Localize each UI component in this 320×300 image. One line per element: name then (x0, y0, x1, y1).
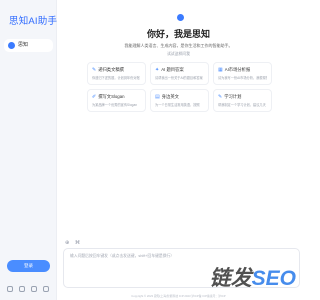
card-title: 身边英文 (161, 94, 179, 99)
login-button[interactable]: 登录 (7, 260, 50, 272)
page-title: 你好，我是思知 (146, 29, 210, 39)
card-desc: 请帮我出一份关于AI的题目和答案 (155, 76, 203, 80)
user-icon[interactable] (7, 286, 13, 292)
card-title: 递归类文稿撰 (98, 67, 124, 72)
card-title: AI 题目答案 (161, 67, 184, 72)
chat-bot-icon (8, 42, 15, 49)
doc-icon[interactable] (19, 286, 25, 292)
footer-copyright: Copyright © 2023 思知(上海)智能科技 ICP:2023 沪IC… (131, 294, 226, 298)
edit-icon: ✎ (92, 67, 97, 73)
attachment-icon[interactable]: ⌘ (75, 240, 80, 246)
watermark-logo: 链发SEO (210, 262, 296, 292)
logo-icon (177, 14, 184, 21)
card-desc: 为一个日常生活常用英语，按照 (155, 103, 200, 107)
sidebar-item-sizhi[interactable]: 思知 (4, 39, 53, 52)
ai-icon: ✦ (155, 67, 160, 73)
study-icon: ✎ (218, 94, 223, 100)
suggestion-card[interactable]: ✦ AI 题目答案 请帮我出一份关于AI的题目和答案 (150, 62, 209, 85)
suggestion-card[interactable]: ✐ 撰写文Slogan 为某品牌一个优秀的宣传Slogan (87, 89, 146, 112)
sidebar-icon-bar (7, 286, 49, 292)
page-description: 我能理解人类语言、生成内容，是你生活和工作的智能助手。 (124, 43, 233, 48)
sidebar: 思知AI助手 思知 登录 (0, 0, 57, 300)
suggestions-subtitle: 试试这样问我 (167, 52, 190, 56)
chat-input-placeholder: 输入问题后按回车键发（或点击发送键，shift+回车键是换行） (70, 254, 175, 258)
sidebar-item-label: 思知 (18, 42, 29, 48)
suggestion-card[interactable]: ✎ 递归类文稿撰 你递归下述的题，计划到年份对账 (87, 62, 146, 85)
card-title: 撰写文Slogan (98, 94, 125, 99)
suggestion-card[interactable]: ▤ 身边英文 为一个日常生活常用英语，按照 (150, 89, 209, 112)
suggestion-grid: ✎ 递归类文稿撰 你递归下述的题，计划到年份对账 ✦ AI 题目答案 请帮我出一份关… (87, 62, 272, 112)
card-desc: 为某品牌一个优秀的宣传Slogan (92, 103, 137, 107)
card-desc: 请为我写一份AI市场分析，我想现在 (218, 76, 267, 80)
search-icon[interactable] (31, 286, 37, 292)
chart-icon: ▦ (218, 67, 223, 73)
book-icon: ▤ (155, 94, 160, 100)
main-panel: 你好，我是思知 我能理解人类语言、生成内容，是你生活和工作的智能助手。 试试这样… (57, 0, 300, 300)
watermark-accent: SEO (251, 267, 296, 290)
suggestion-card[interactable]: ✎ 学习计划 帮我制定一个学习计划，建议几天 (213, 89, 272, 112)
card-desc: 你递归下述的题，计划到年份对账 (92, 76, 140, 80)
pen-icon: ✐ (92, 94, 97, 100)
watermark-text: 链发 (209, 267, 252, 290)
card-title: 学习计划 (224, 94, 242, 99)
suggestion-card[interactable]: ▦ AI市场分析报 请为我写一份AI市场分析，我想现在 (213, 62, 272, 85)
card-title: AI市场分析报 (224, 67, 251, 72)
upload-icon[interactable]: ⊕ (65, 240, 69, 246)
card-desc: 帮我制定一个学习计划，建议几天 (218, 103, 266, 107)
settings-icon[interactable] (43, 286, 49, 292)
app-brand: 思知AI助手 (9, 16, 58, 27)
